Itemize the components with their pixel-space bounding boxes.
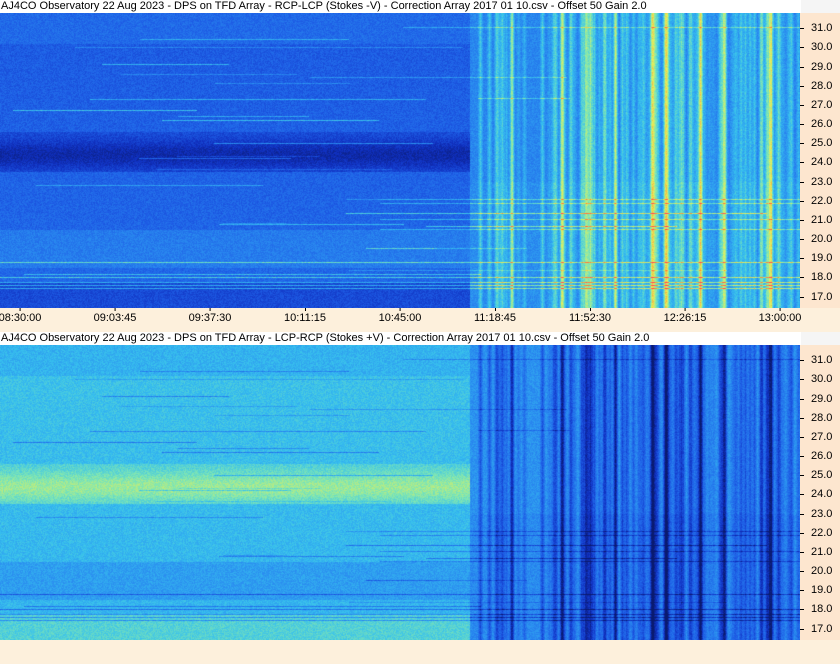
frequency-tick-text: 21.0: [811, 213, 833, 226]
frequency-tick-label: 30.0: [800, 41, 832, 53]
frequency-tick-label: 23.0: [800, 176, 832, 188]
frequency-tick-text: 17.0: [811, 290, 833, 303]
panel-1-title: AJ4CO Observatory 22 Aug 2023 - DPS on T…: [0, 0, 801, 13]
frequency-tick-label: 20.0: [800, 233, 832, 245]
frequency-tick-text: 22.0: [811, 194, 833, 207]
frequency-tick-label: 18.0: [800, 271, 832, 283]
time-tick-label: 09:03:45: [94, 308, 136, 324]
frequency-tick-text: 28.0: [811, 411, 833, 424]
frequency-tick-text: 17.0: [811, 622, 833, 635]
frequency-tick-text: 24.0: [811, 488, 833, 501]
frequency-tick-text: 30.0: [811, 41, 833, 54]
frequency-tick-text: 30.0: [811, 373, 833, 386]
frequency-tick-label: 18.0: [800, 603, 832, 615]
frequency-tick-text: 21.0: [811, 545, 833, 558]
frequency-tick-label: 20.0: [800, 565, 832, 577]
frequency-tick-text: 29.0: [811, 392, 833, 405]
frequency-tick-label: 19.0: [800, 584, 832, 596]
panel-1-frequency-axis: 31.0 30.0 29.0 28.0 27.0 26.0 25.0 24.0 23.0 22.0…: [800, 13, 840, 308]
frequency-tick-label: 25.0: [800, 137, 832, 149]
frequency-tick-text: 31.0: [811, 354, 833, 367]
frequency-tick-text: 25.0: [811, 469, 833, 482]
time-tick-label: 10:45:00: [379, 308, 421, 324]
frequency-tick-text: 29.0: [811, 60, 833, 73]
frequency-tick-text: 26.0: [811, 118, 833, 131]
frequency-tick-text: 18.0: [811, 271, 833, 284]
frequency-tick-label: 25.0: [800, 469, 832, 481]
frequency-tick-label: 23.0: [800, 508, 832, 520]
panel-2-spectrogram: [0, 345, 800, 640]
frequency-tick-text: 25.0: [811, 137, 833, 150]
frequency-tick-label: 30.0: [800, 373, 832, 385]
frequency-tick-text: 22.0: [811, 526, 833, 539]
frequency-tick-label: 26.0: [800, 450, 832, 462]
frequency-tick-label: 17.0: [800, 291, 832, 303]
time-axis: 08:30:00 09:03:45 09:37:30 10:11:15 10:45:00…: [0, 308, 840, 332]
time-tick-label: 10:11:15: [284, 308, 326, 324]
frequency-tick-label: 26.0: [800, 118, 832, 130]
time-tick-label: 11:18:45: [474, 308, 516, 324]
time-tick-label: 12:26:15: [664, 308, 706, 324]
frequency-tick-label: 17.0: [800, 623, 832, 635]
frequency-tick-text: 23.0: [811, 175, 833, 188]
frequency-tick-label: 27.0: [800, 431, 832, 443]
frequency-tick-label: 29.0: [800, 393, 832, 405]
frequency-tick-label: 21.0: [800, 214, 832, 226]
frequency-tick-text: 24.0: [811, 156, 833, 169]
frequency-tick-text: 20.0: [811, 233, 833, 246]
frequency-tick-label: 22.0: [800, 527, 832, 539]
frequency-tick-label: 19.0: [800, 252, 832, 264]
time-tick-label: 08:30:00: [0, 308, 41, 324]
frequency-tick-text: 28.0: [811, 79, 833, 92]
frequency-tick-label: 28.0: [800, 80, 832, 92]
frequency-tick-label: 29.0: [800, 61, 832, 73]
frequency-tick-text: 31.0: [811, 22, 833, 35]
frequency-tick-label: 31.0: [800, 354, 832, 366]
frequency-tick-text: 20.0: [811, 565, 833, 578]
panel-2-frequency-axis: 31.0 30.0 29.0 28.0 27.0 26.0 25.0 24.0 23.0 22.0…: [800, 345, 840, 640]
frequency-tick-text: 26.0: [811, 450, 833, 463]
panel-1-spectrogram: [0, 13, 800, 308]
frequency-tick-label: 24.0: [800, 488, 832, 500]
frequency-tick-text: 18.0: [811, 603, 833, 616]
panel-2-title: AJ4CO Observatory 22 Aug 2023 - DPS on T…: [0, 332, 801, 345]
frequency-tick-text: 19.0: [811, 584, 833, 597]
frequency-tick-label: 24.0: [800, 156, 832, 168]
bottom-strip: [0, 640, 840, 664]
time-tick-label: 13:00:00: [759, 308, 801, 324]
frequency-tick-text: 23.0: [811, 507, 833, 520]
frequency-tick-text: 19.0: [811, 252, 833, 265]
frequency-tick-label: 22.0: [800, 195, 832, 207]
time-tick-label: 11:52:30: [569, 308, 611, 324]
frequency-tick-text: 27.0: [811, 430, 833, 443]
frequency-tick-label: 31.0: [800, 22, 832, 34]
frequency-tick-label: 21.0: [800, 546, 832, 558]
frequency-tick-text: 27.0: [811, 98, 833, 111]
time-tick-label: 09:37:30: [189, 308, 231, 324]
frequency-tick-label: 28.0: [800, 412, 832, 424]
frequency-tick-label: 27.0: [800, 99, 832, 111]
